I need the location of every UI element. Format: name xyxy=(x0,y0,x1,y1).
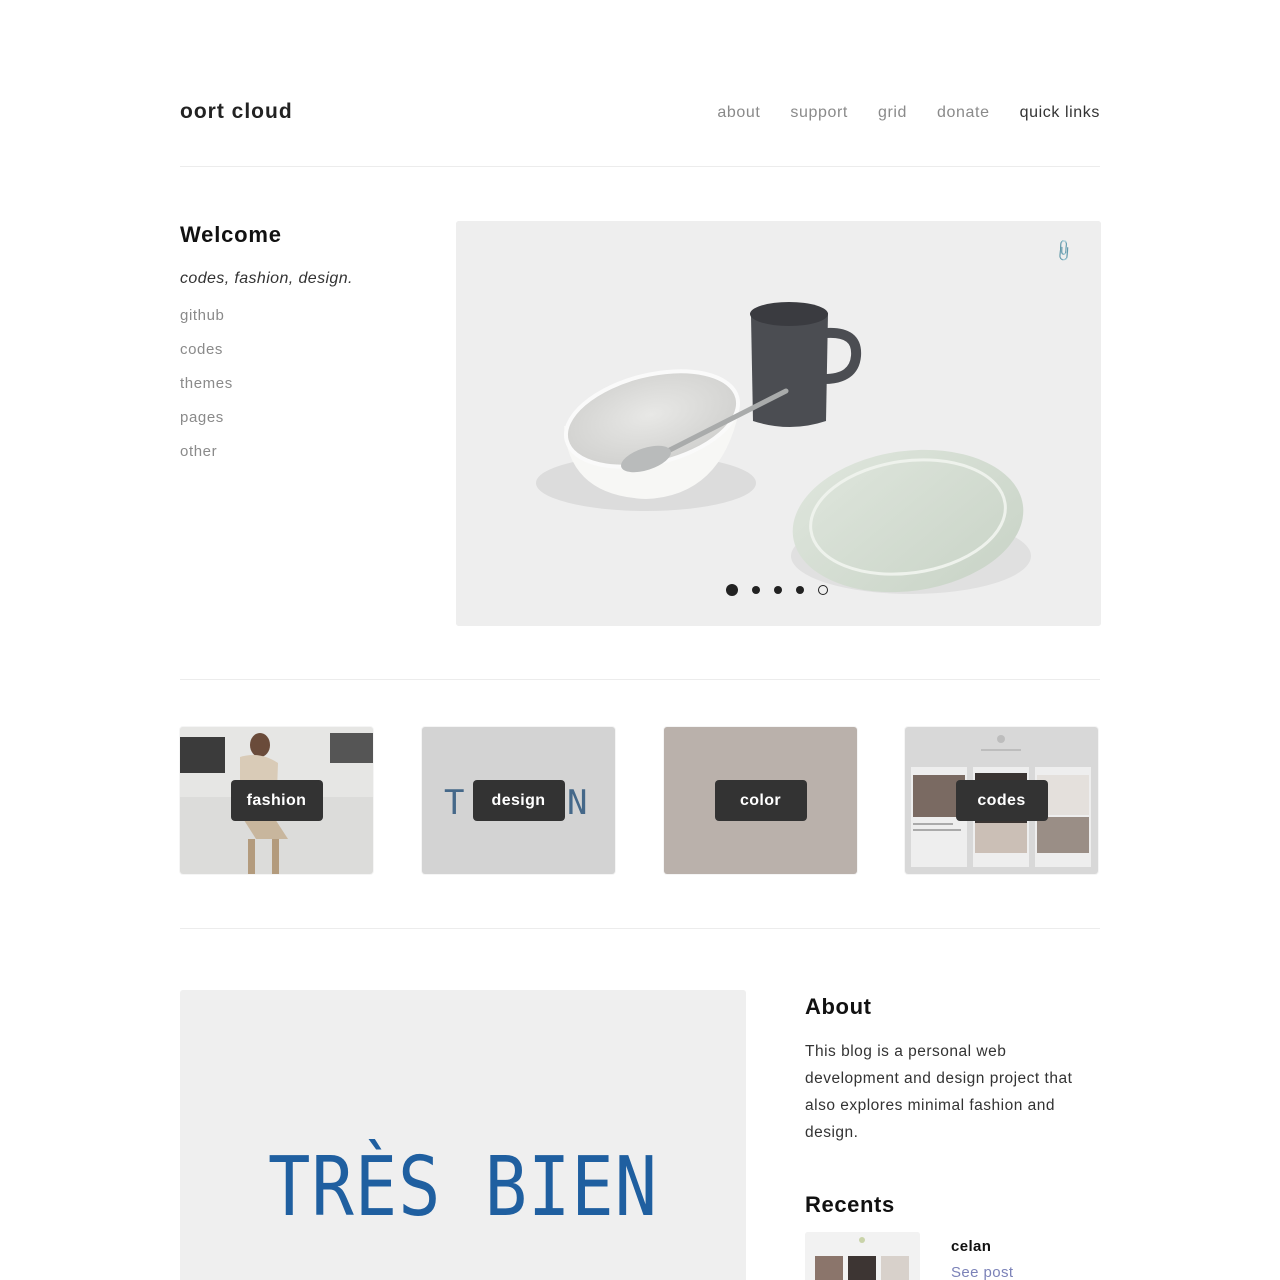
site-title[interactable]: oort cloud xyxy=(180,100,293,124)
link-codes[interactable]: codes xyxy=(180,340,420,374)
recent-post-thumbnail[interactable] xyxy=(805,1232,920,1280)
nav-about[interactable]: about xyxy=(717,104,760,122)
divider xyxy=(180,166,1100,167)
welcome-links: github codes themes pages other xyxy=(180,306,420,476)
recent-post-title[interactable]: celan xyxy=(951,1238,991,1255)
recents-title: Recents xyxy=(805,1192,895,1217)
welcome-tagline: codes, fashion, design. xyxy=(180,270,353,287)
slide-dot-2[interactable] xyxy=(752,586,760,594)
category-label-fashion[interactable]: fashion xyxy=(230,780,323,821)
welcome-section: Welcome codes, fashion, design. github c… xyxy=(180,222,420,476)
hero-slideshow[interactable]: 📎 xyxy=(456,221,1101,626)
about-text: This blog is a personal web development … xyxy=(805,1043,1073,1141)
nav-support[interactable]: support xyxy=(790,104,848,122)
link-themes[interactable]: themes xyxy=(180,374,420,408)
category-tile-color[interactable]: color xyxy=(664,727,857,874)
slide-dot-5[interactable] xyxy=(818,585,828,595)
about-section: About This blog is a personal web develo… xyxy=(805,994,1090,1146)
link-other[interactable]: other xyxy=(180,442,420,476)
post-image-text: TRÈS BIEN xyxy=(268,1140,658,1235)
link-pages[interactable]: pages xyxy=(180,408,420,442)
category-label-design[interactable]: design xyxy=(472,780,565,821)
recents-section: Recents celan See post xyxy=(805,1192,1100,1280)
recent-thumb-image xyxy=(805,1232,920,1280)
category-tile-fashion[interactable]: fashion xyxy=(180,727,373,874)
top-nav: about support grid donate quick links xyxy=(687,104,1100,122)
featured-post-image[interactable]: TRÈS BIEN xyxy=(180,990,746,1280)
divider xyxy=(180,928,1100,929)
category-tile-codes[interactable]: codes xyxy=(905,727,1098,874)
slide-dot-4[interactable] xyxy=(796,586,804,594)
recent-post-link[interactable]: See post xyxy=(951,1264,1013,1280)
divider xyxy=(180,679,1100,680)
slide-dot-3[interactable] xyxy=(774,586,782,594)
category-tile-design[interactable]: T N design xyxy=(422,727,615,874)
hero-image xyxy=(456,221,1101,626)
slide-dot-1[interactable] xyxy=(726,584,738,596)
design-tile-letter: N xyxy=(567,783,588,823)
category-label-color[interactable]: color xyxy=(714,780,807,821)
category-label-codes[interactable]: codes xyxy=(955,780,1048,821)
site-header: oort cloud about support grid donate qui… xyxy=(180,96,1100,132)
slide-indicators xyxy=(726,584,828,596)
about-title: About xyxy=(805,994,872,1019)
design-tile-letter: T xyxy=(444,783,465,823)
nav-donate[interactable]: donate xyxy=(937,104,990,122)
nav-grid[interactable]: grid xyxy=(878,104,907,122)
nav-quick-links[interactable]: quick links xyxy=(1020,104,1100,122)
link-github[interactable]: github xyxy=(180,306,420,340)
welcome-title: Welcome xyxy=(180,222,282,247)
